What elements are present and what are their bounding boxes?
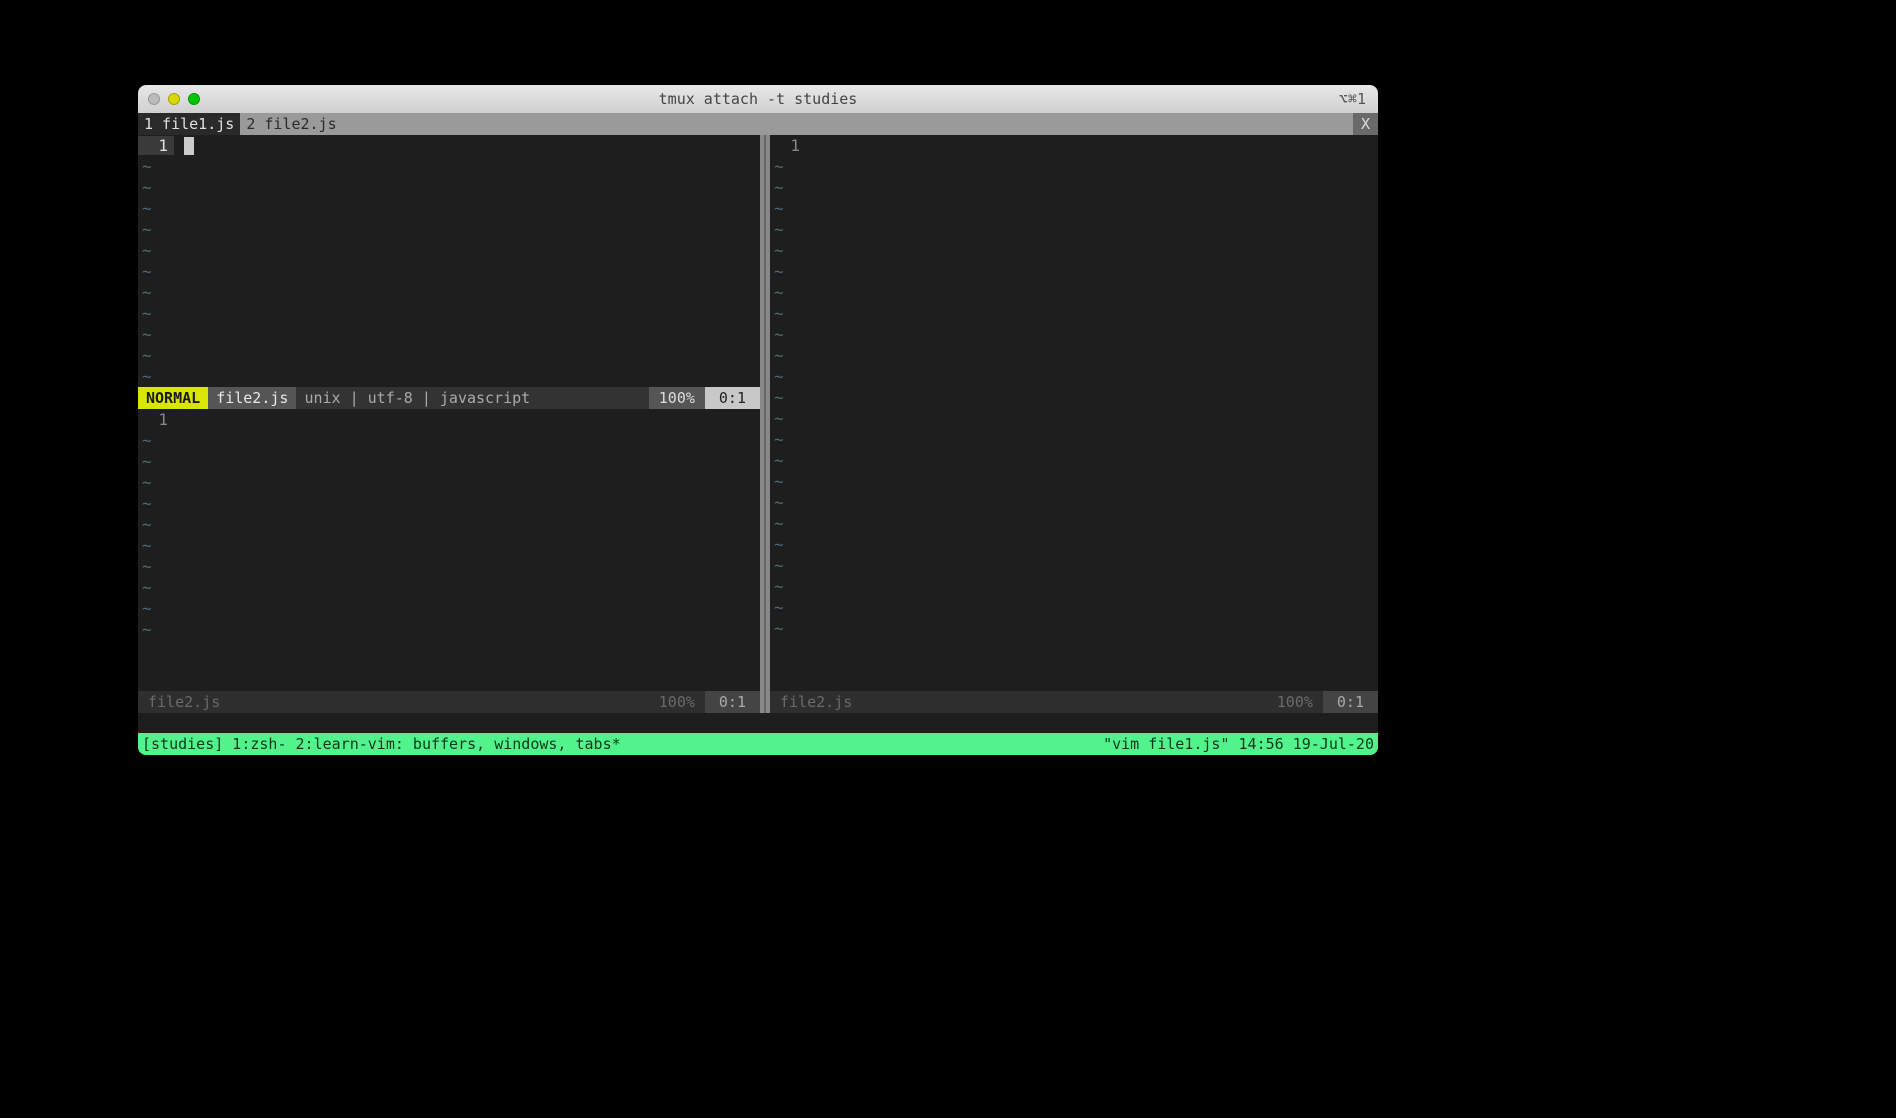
empty-line-tilde: ~ xyxy=(770,408,1378,429)
statusline-active: NORMAL file2.js unix | utf-8 | javascrip… xyxy=(138,387,760,409)
empty-line-tilde: ~ xyxy=(138,493,760,514)
empty-line-tilde: ~ xyxy=(770,366,1378,387)
split-container: 1 ~~~~~~~~~~~ NORMAL file2.js unix | utf… xyxy=(138,135,1378,713)
empty-line-tilde: ~ xyxy=(770,555,1378,576)
right-column: 1 ~~~~~~~~~~~~~~~~~~~~~~~ file2.js 100% … xyxy=(770,135,1378,713)
empty-line-tilde: ~ xyxy=(138,577,760,598)
tab-file1[interactable]: 1 file1.js xyxy=(138,113,240,135)
close-label: X xyxy=(1361,115,1370,133)
status-position: 0:1 xyxy=(1323,691,1378,713)
status-meta: unix | utf-8 | javascript xyxy=(296,387,648,409)
empty-line-tilde: ~ xyxy=(138,619,760,640)
tab-file2[interactable]: 2 file2.js xyxy=(240,113,342,135)
empty-line-tilde: ~ xyxy=(138,472,760,493)
tab-label: 2 file2.js xyxy=(246,115,336,133)
empty-line-tilde: ~ xyxy=(770,534,1378,555)
empty-line-tilde: ~ xyxy=(770,324,1378,345)
status-filename: file2.js xyxy=(138,693,649,711)
empty-line-tilde: ~ xyxy=(770,429,1378,450)
empty-line-tilde: ~ xyxy=(770,282,1378,303)
status-percent: 100% xyxy=(649,387,705,409)
tab-close-button[interactable]: X xyxy=(1353,113,1378,135)
pane-right[interactable]: 1 ~~~~~~~~~~~~~~~~~~~~~~~ xyxy=(770,135,1378,691)
empty-line-tilde: ~ xyxy=(770,261,1378,282)
empty-line-tilde: ~ xyxy=(138,324,760,345)
status-filename: file2.js xyxy=(770,693,1267,711)
empty-line-tilde: ~ xyxy=(770,177,1378,198)
empty-line-tilde: ~ xyxy=(770,303,1378,324)
empty-line-tilde: ~ xyxy=(138,514,760,535)
buffer-line: 1 xyxy=(138,409,760,430)
vim-tabline: 1 file1.js 2 file2.js X xyxy=(138,113,1378,135)
empty-line-tilde: ~ xyxy=(770,387,1378,408)
tmux-left: [studies] 1:zsh- 2:learn-vim: buffers, w… xyxy=(142,735,1103,753)
line-content xyxy=(174,136,760,156)
empty-line-tilde: ~ xyxy=(138,556,760,577)
empty-line-tilde: ~ xyxy=(770,513,1378,534)
status-position: 0:1 xyxy=(705,387,760,409)
tab-label: 1 file1.js xyxy=(144,115,234,133)
editor-area: 1 ~~~~~~~~~~~ NORMAL file2.js unix | utf… xyxy=(138,135,1378,755)
empty-line-tilde: ~ xyxy=(770,471,1378,492)
buffer-line: 1 xyxy=(770,135,1378,156)
cursor-icon xyxy=(184,137,194,155)
empty-line-tilde: ~ xyxy=(770,576,1378,597)
status-filename: file2.js xyxy=(208,387,296,409)
empty-line-tilde: ~ xyxy=(138,451,760,472)
statusline-inactive-left: file2.js 100% 0:1 xyxy=(138,691,760,713)
statusline-inactive-right: file2.js 100% 0:1 xyxy=(770,691,1378,713)
empty-line-tilde: ~ xyxy=(770,450,1378,471)
empty-line-tilde: ~ xyxy=(138,345,760,366)
empty-line-tilde: ~ xyxy=(138,366,760,387)
pane-top-left[interactable]: 1 ~~~~~~~~~~~ xyxy=(138,135,760,387)
empty-line-tilde: ~ xyxy=(138,261,760,282)
status-percent: 100% xyxy=(649,693,705,711)
terminal-window: tmux attach -t studies ⌥⌘1 1 file1.js 2 … xyxy=(138,85,1378,755)
empty-line-tilde: ~ xyxy=(138,430,760,451)
empty-line-tilde: ~ xyxy=(138,535,760,556)
empty-line-tilde: ~ xyxy=(770,240,1378,261)
empty-line-tilde: ~ xyxy=(770,345,1378,366)
empty-line-tilde: ~ xyxy=(770,618,1378,639)
window-shortcut: ⌥⌘1 xyxy=(1339,90,1366,108)
empty-line-tilde: ~ xyxy=(138,177,760,198)
line-number: 1 xyxy=(138,136,174,155)
empty-line-tilde: ~ xyxy=(770,198,1378,219)
tmux-statusbar: [studies] 1:zsh- 2:learn-vim: buffers, w… xyxy=(138,733,1378,755)
line-number: 1 xyxy=(138,410,174,429)
buffer-line: 1 xyxy=(138,135,760,156)
vim-commandline[interactable] xyxy=(138,713,1378,733)
empty-line-tilde: ~ xyxy=(770,597,1378,618)
mode-indicator: NORMAL xyxy=(138,387,208,409)
empty-line-tilde: ~ xyxy=(138,240,760,261)
line-number: 1 xyxy=(770,136,806,155)
empty-line-tilde: ~ xyxy=(770,219,1378,240)
empty-line-tilde: ~ xyxy=(138,598,760,619)
empty-line-tilde: ~ xyxy=(138,219,760,240)
status-position: 0:1 xyxy=(705,691,760,713)
empty-line-tilde: ~ xyxy=(770,156,1378,177)
empty-line-tilde: ~ xyxy=(138,282,760,303)
window-title: tmux attach -t studies xyxy=(138,90,1378,108)
empty-line-tilde: ~ xyxy=(770,492,1378,513)
empty-line-tilde: ~ xyxy=(138,303,760,324)
tmux-right: "vim file1.js" 14:56 19-Jul-20 xyxy=(1103,735,1374,753)
left-column: 1 ~~~~~~~~~~~ NORMAL file2.js unix | utf… xyxy=(138,135,760,713)
empty-line-tilde: ~ xyxy=(138,156,760,177)
empty-line-tilde: ~ xyxy=(138,198,760,219)
status-percent: 100% xyxy=(1267,693,1323,711)
titlebar: tmux attach -t studies ⌥⌘1 xyxy=(138,85,1378,113)
pane-bottom-left[interactable]: 1 ~~~~~~~~~~ xyxy=(138,409,760,691)
vertical-split-separator[interactable] xyxy=(760,135,770,713)
